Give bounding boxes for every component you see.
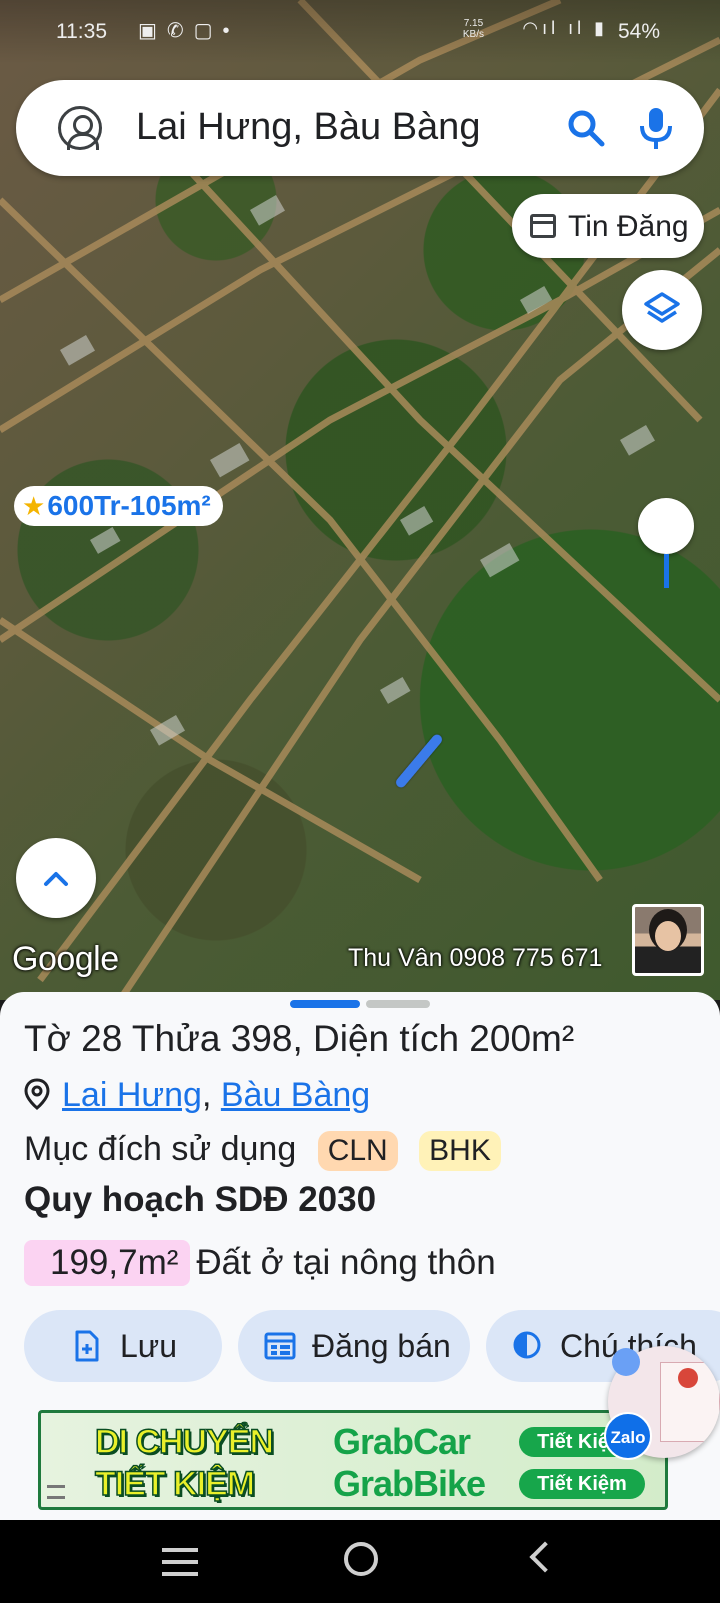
- plan-area-type: Đất ở tại nông thôn: [196, 1243, 496, 1282]
- contrast-icon: [513, 1331, 541, 1359]
- location-link-commune[interactable]: Lai Hưng: [62, 1076, 202, 1114]
- search-icon[interactable]: [562, 104, 610, 152]
- star-icon: ★: [22, 491, 46, 521]
- status-bar: 11:35 ▣✆▢• 7.15 KB/s ◠ıl ıl ▮ 54%: [0, 0, 720, 64]
- back-icon[interactable]: [529, 1541, 561, 1573]
- plan-area-chip[interactable]: 199,7m²: [24, 1240, 191, 1286]
- seal-icon: [678, 1368, 698, 1388]
- satellite-map[interactable]: 11:35 ▣✆▢• 7.15 KB/s ◠ıl ıl ▮ 54% Lai Hưn…: [0, 0, 720, 1000]
- notification-icons: ▣✆▢•: [138, 20, 240, 42]
- search-bar[interactable]: Lai Hưng, Bàu Bàng: [16, 80, 704, 176]
- battery-level: 54%: [617, 20, 660, 43]
- post-for-sale-button[interactable]: Đăng bán: [238, 1310, 470, 1382]
- price-marker[interactable]: ★600Tr-105m²: [14, 486, 223, 526]
- ad-grabcar: GrabCar: [333, 1421, 471, 1462]
- signal-icons: ◠ıl ıl ▮: [522, 18, 608, 38]
- ad-grabbike: GrabBike: [333, 1463, 486, 1504]
- sheet-handle[interactable]: [366, 1000, 430, 1008]
- listings-button-label: Tin Đăng: [568, 210, 689, 243]
- opacity-slider-handle[interactable]: [638, 498, 694, 554]
- land-use-tag-bhk[interactable]: BHK: [419, 1131, 501, 1171]
- chevron-up-icon: [44, 872, 68, 886]
- layers-icon: [644, 292, 680, 323]
- location-pin-icon: [24, 1078, 50, 1110]
- mic-icon[interactable]: [632, 102, 680, 154]
- ad-line-1: DI CHUYỂN: [94, 1422, 275, 1462]
- recents-icon[interactable]: [162, 1548, 198, 1576]
- ad-badge-2: Tiết Kiệm: [519, 1469, 645, 1499]
- agent-contact: Thu Vân 0908 775 671: [348, 944, 603, 972]
- parcel-title: Tờ 28 Thửa 398, Diện tích 200m²: [24, 1018, 575, 1059]
- google-logo: Google: [12, 940, 119, 978]
- zalo-badge[interactable]: Zalo: [604, 1412, 652, 1460]
- listings-button[interactable]: Tin Đăng: [512, 194, 704, 258]
- ad-menu-icon[interactable]: [47, 1485, 65, 1499]
- location-separator: ,: [201, 1076, 212, 1114]
- expand-up-button[interactable]: [16, 838, 96, 918]
- parcel-location: Lai Hưng, Bàu Bàng: [24, 1076, 370, 1115]
- status-time: 11:35: [56, 20, 107, 43]
- plan-area-row: 199,7m² Đất ở tại nông thôn: [24, 1240, 496, 1286]
- land-use-label: Mục đích sử dụng: [24, 1130, 297, 1168]
- file-add-icon: [75, 1330, 99, 1362]
- chat-head-indicator: [612, 1348, 640, 1376]
- plan-title: Quy hoạch SDĐ 2030: [24, 1180, 377, 1219]
- sheet-handle-active[interactable]: [290, 1000, 360, 1008]
- agent-photo[interactable]: [632, 904, 704, 976]
- opacity-slider-track[interactable]: [664, 554, 669, 588]
- post-for-sale-label: Đăng bán: [312, 1328, 451, 1364]
- ad-line-2: TIẾT KIỆM: [94, 1464, 256, 1504]
- grab-ad-banner[interactable]: DI CHUYỂN TIẾT KIỆM GrabCar GrabBike Tiế…: [38, 1410, 668, 1510]
- network-speed: 7.15 KB/s: [462, 18, 484, 40]
- home-icon[interactable]: [344, 1542, 378, 1576]
- account-icon[interactable]: [58, 106, 102, 150]
- save-button-label: Lưu: [120, 1328, 178, 1364]
- calendar-icon: [264, 1332, 296, 1360]
- price-marker-label: 600Tr-105m²: [47, 490, 211, 521]
- calendar-icon: [530, 214, 556, 238]
- layers-button[interactable]: [622, 270, 702, 350]
- search-query[interactable]: Lai Hưng, Bàu Bàng: [136, 106, 480, 149]
- land-use-row: Mục đích sử dụng CLN BHK: [24, 1130, 501, 1171]
- system-nav-bar: [0, 1520, 720, 1603]
- save-button[interactable]: Lưu: [24, 1310, 222, 1382]
- land-use-tag-cln[interactable]: CLN: [317, 1131, 398, 1171]
- location-link-district[interactable]: Bàu Bàng: [221, 1076, 370, 1114]
